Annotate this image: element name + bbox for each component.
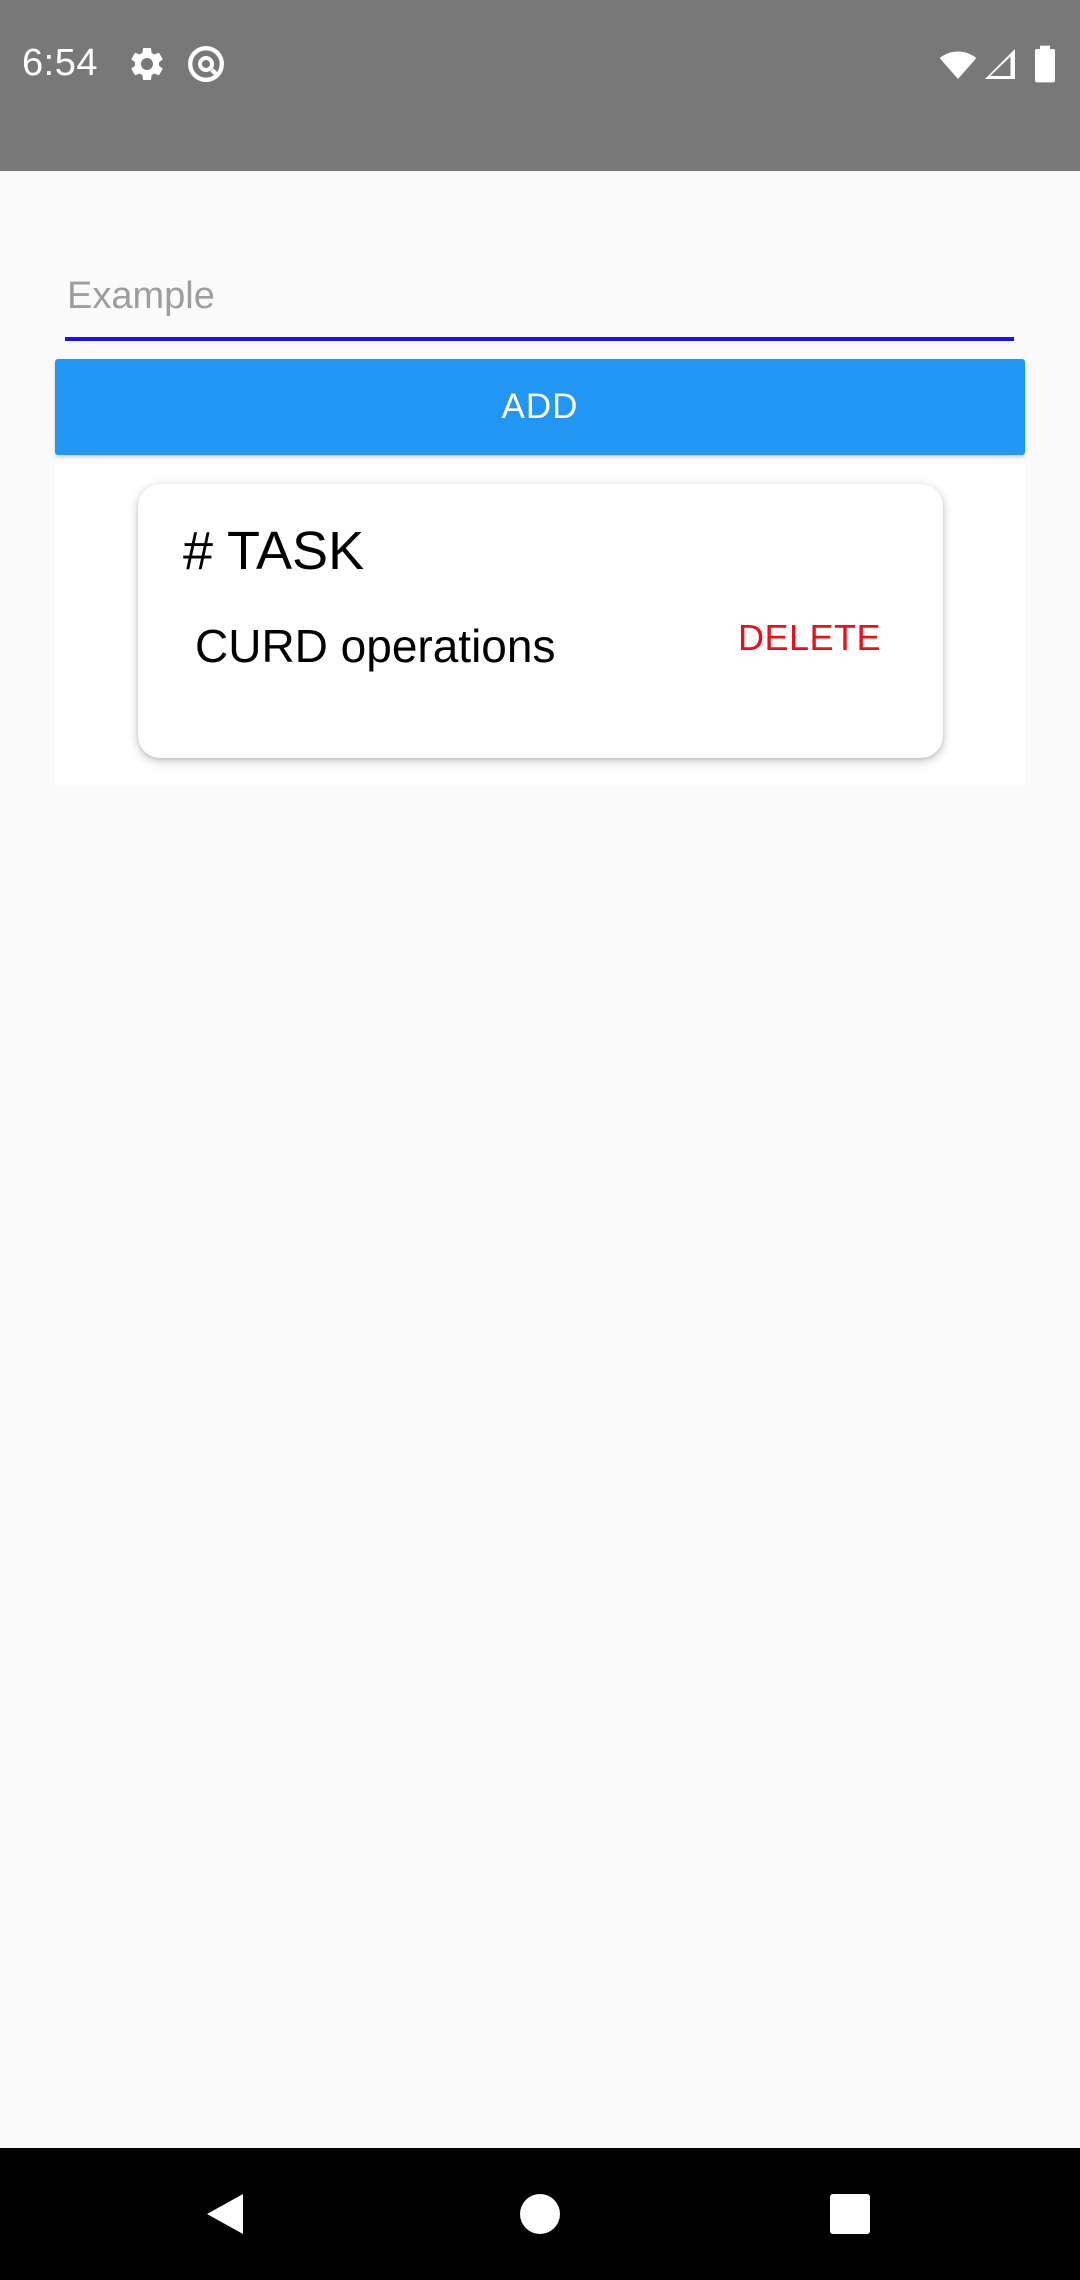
card-heading: # TASK <box>183 521 365 581</box>
task-input-wrapper <box>65 256 1014 342</box>
status-time: 6:54 <box>22 42 98 84</box>
back-icon <box>207 2194 243 2234</box>
signal-icon <box>985 49 1015 79</box>
status-bar: 6:54 <box>0 0 1080 171</box>
back-button[interactable] <box>165 2148 285 2280</box>
delete-button[interactable]: DELETE <box>738 617 881 659</box>
input-underline <box>65 337 1014 341</box>
recents-icon <box>830 2194 870 2234</box>
gear-icon <box>131 47 163 80</box>
task-text: CURD operations <box>195 620 556 672</box>
add-button[interactable]: ADD <box>55 359 1025 455</box>
wifi-icon <box>939 51 977 79</box>
task-card: # TASK CURD operations DELETE <box>138 484 943 758</box>
home-icon <box>520 2194 560 2234</box>
at-sign-icon <box>188 46 224 82</box>
task-input[interactable] <box>65 256 1014 336</box>
recents-button[interactable] <box>790 2148 910 2280</box>
battery-icon <box>1035 45 1055 83</box>
home-button[interactable] <box>480 2148 600 2280</box>
main-content: ADD <box>0 171 1080 2148</box>
navigation-bar <box>0 2148 1080 2280</box>
